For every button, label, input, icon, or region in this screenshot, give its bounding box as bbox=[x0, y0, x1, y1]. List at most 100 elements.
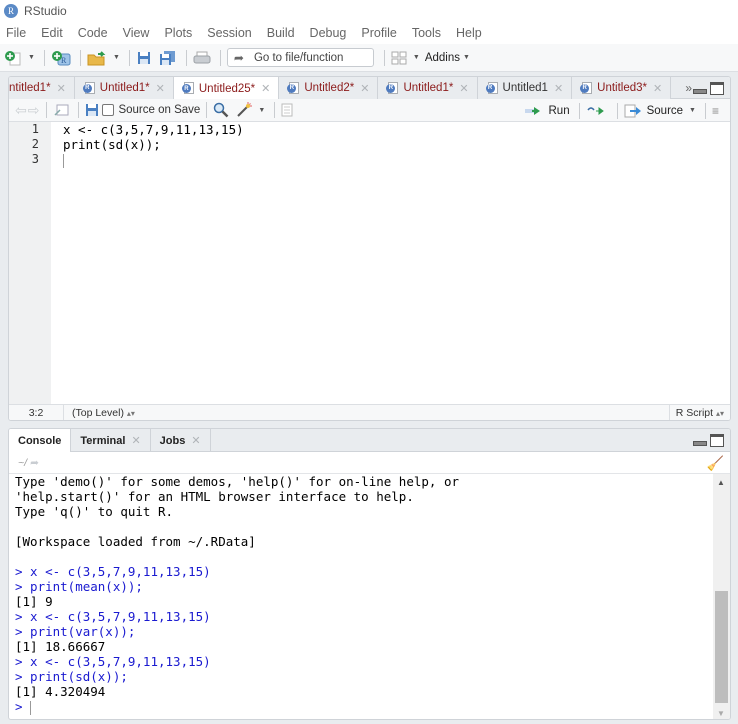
working-directory[interactable]: ~/ bbox=[18, 457, 27, 469]
back-arrow-icon[interactable]: ⇦ bbox=[15, 102, 27, 119]
menu-debug[interactable]: Debug bbox=[310, 26, 347, 40]
separator bbox=[704, 102, 706, 119]
close-icon[interactable]: ✕ bbox=[360, 82, 369, 95]
source-tab[interactable]: R Untitled3* ✕ bbox=[572, 77, 672, 99]
menu-edit[interactable]: Edit bbox=[41, 26, 63, 40]
console-input-line: > x <- c(3,5,7,9,11,13,15) bbox=[15, 564, 211, 579]
console-input-line: > x <- c(3,5,7,9,11,13,15) bbox=[15, 609, 211, 624]
menu-session[interactable]: Session bbox=[207, 26, 251, 40]
close-icon[interactable]: ✕ bbox=[156, 82, 165, 95]
updown-icon: ▴▾ bbox=[126, 409, 135, 418]
source-dropdown-icon[interactable]: ▼ bbox=[689, 107, 696, 114]
compile-report-button[interactable] bbox=[281, 101, 293, 119]
maximize-pane-icon[interactable] bbox=[710, 81, 724, 95]
go-to-file-function-input[interactable]: ➦ Go to file/function bbox=[226, 48, 374, 67]
minimize-pane-icon[interactable] bbox=[693, 441, 707, 446]
new-file-dropdown-icon[interactable]: ▼ bbox=[28, 54, 35, 61]
console-input-line: > print(mean(x)); bbox=[15, 579, 143, 594]
save-icon bbox=[86, 104, 99, 116]
menu-build[interactable]: Build bbox=[267, 26, 295, 40]
scroll-up-arrow-icon[interactable]: ▲ bbox=[717, 478, 725, 487]
document-outline-button[interactable]: ≡ bbox=[712, 102, 719, 120]
cursor-position: 3:2 bbox=[9, 405, 64, 420]
console-output-line: Type 'q()' to quit R. bbox=[15, 504, 174, 519]
menu-tools[interactable]: Tools bbox=[412, 26, 441, 40]
close-icon[interactable]: ✕ bbox=[653, 82, 662, 95]
separator bbox=[128, 49, 130, 66]
console-tab-bar: Console Terminal ✕ Jobs ✕ bbox=[9, 429, 730, 452]
tab-label: Untitled1* bbox=[99, 82, 150, 94]
close-icon[interactable]: ✕ bbox=[191, 434, 200, 447]
rerun-button[interactable] bbox=[586, 102, 608, 120]
code-lines[interactable]: x <- c(3,5,7,9,11,13,15) print(sd(x)); bbox=[63, 122, 244, 168]
workspace-panes-dropdown-icon[interactable]: ▼ bbox=[413, 54, 420, 61]
close-icon[interactable]: ✕ bbox=[57, 82, 66, 95]
title-bar: R RStudio bbox=[0, 0, 738, 22]
scroll-thumb[interactable] bbox=[715, 591, 728, 703]
window-title: RStudio bbox=[24, 4, 67, 18]
goto-dir-arrow-icon[interactable]: ➦ bbox=[30, 457, 39, 469]
addins-dropdown-icon[interactable]: ▼ bbox=[463, 54, 470, 61]
text-cursor bbox=[30, 700, 32, 715]
code-line[interactable]: print(sd(x)); bbox=[63, 137, 244, 152]
file-type-selector[interactable]: R Script ▴▾ bbox=[668, 405, 730, 420]
new-project-button[interactable]: R bbox=[51, 49, 71, 67]
addins-menu[interactable]: Addins bbox=[425, 52, 460, 64]
menu-view[interactable]: View bbox=[123, 26, 150, 40]
tab-console[interactable]: Console bbox=[9, 429, 72, 452]
code-editor[interactable]: 1 2 3 x <- c(3,5,7,9,11,13,15) print(sd(… bbox=[9, 122, 730, 404]
tab-jobs[interactable]: Jobs ✕ bbox=[151, 429, 211, 452]
close-icon[interactable]: ✕ bbox=[131, 434, 140, 447]
close-icon[interactable]: ✕ bbox=[459, 82, 468, 95]
source-tab[interactable]: ntitled1* ✕ bbox=[9, 77, 75, 99]
source-on-save-checkbox[interactable] bbox=[102, 104, 115, 116]
console-scrollbar[interactable]: ▲ ▼ bbox=[713, 474, 730, 719]
find-replace-button[interactable] bbox=[213, 101, 229, 119]
source-tab[interactable]: R Untitled2* ✕ bbox=[279, 77, 379, 99]
source-tab[interactable]: R Untitled1* ✕ bbox=[74, 77, 174, 99]
console-prompt[interactable]: > bbox=[15, 699, 715, 715]
code-line[interactable]: x <- c(3,5,7,9,11,13,15) bbox=[63, 122, 244, 137]
rstudio-logo-icon: R bbox=[4, 4, 18, 18]
tab-terminal[interactable]: Terminal ✕ bbox=[71, 429, 151, 452]
open-file-button[interactable] bbox=[87, 49, 107, 67]
forward-arrow-icon[interactable]: ⇨ bbox=[28, 102, 40, 119]
source-tab[interactable]: R Untitled1 ✕ bbox=[477, 77, 573, 99]
menu-file[interactable]: File bbox=[6, 26, 26, 40]
menu-code[interactable]: Code bbox=[78, 26, 108, 40]
separator bbox=[578, 102, 580, 119]
maximize-pane-icon[interactable] bbox=[710, 434, 724, 447]
scope-selector[interactable]: (Top Level) ▴▾ bbox=[64, 407, 135, 419]
code-line[interactable] bbox=[63, 152, 244, 168]
code-tools-button[interactable] bbox=[236, 101, 253, 119]
new-file-button[interactable] bbox=[4, 49, 22, 67]
show-in-window-button[interactable] bbox=[53, 101, 69, 119]
source-tab[interactable]: R Untitled1* ✕ bbox=[378, 77, 478, 99]
close-icon[interactable]: ✕ bbox=[261, 82, 270, 95]
menu-profile[interactable]: Profile bbox=[361, 26, 396, 40]
scroll-down-arrow-icon[interactable]: ▼ bbox=[717, 709, 725, 718]
source-toolbar: ⇦ ⇨ Source on Save ▼ Run Source ▼ ≡ bbox=[9, 99, 730, 122]
save-current-button[interactable] bbox=[85, 101, 99, 119]
open-file-dropdown-icon[interactable]: ▼ bbox=[113, 54, 120, 61]
save-button[interactable] bbox=[136, 49, 152, 67]
code-tools-dropdown-icon[interactable]: ▼ bbox=[258, 107, 265, 114]
clear-console-broom-icon[interactable]: 🧹 bbox=[707, 455, 724, 472]
tab-label: Jobs bbox=[159, 434, 186, 447]
separator bbox=[616, 102, 618, 119]
source-status-bar: 3:2 (Top Level) ▴▾ R Script ▴▾ bbox=[9, 404, 730, 420]
go-to-arrow-icon: ➦ bbox=[233, 50, 244, 65]
console-output[interactable]: Type 'demo()' for some demos, 'help()' f… bbox=[9, 474, 715, 719]
source-tab[interactable]: R Untitled25* ✕ bbox=[173, 77, 280, 100]
menu-plots[interactable]: Plots bbox=[164, 26, 192, 40]
menu-help[interactable]: Help bbox=[456, 26, 482, 40]
close-icon[interactable]: ✕ bbox=[554, 82, 563, 95]
workspace-panes-button[interactable] bbox=[391, 49, 407, 67]
run-button[interactable]: Run bbox=[524, 102, 570, 120]
save-all-button[interactable] bbox=[159, 49, 177, 67]
source-button[interactable]: Source bbox=[624, 102, 683, 120]
tab-overflow-icon[interactable]: » bbox=[685, 81, 692, 95]
minimize-pane-icon[interactable] bbox=[693, 88, 707, 94]
print-button[interactable] bbox=[193, 49, 211, 67]
